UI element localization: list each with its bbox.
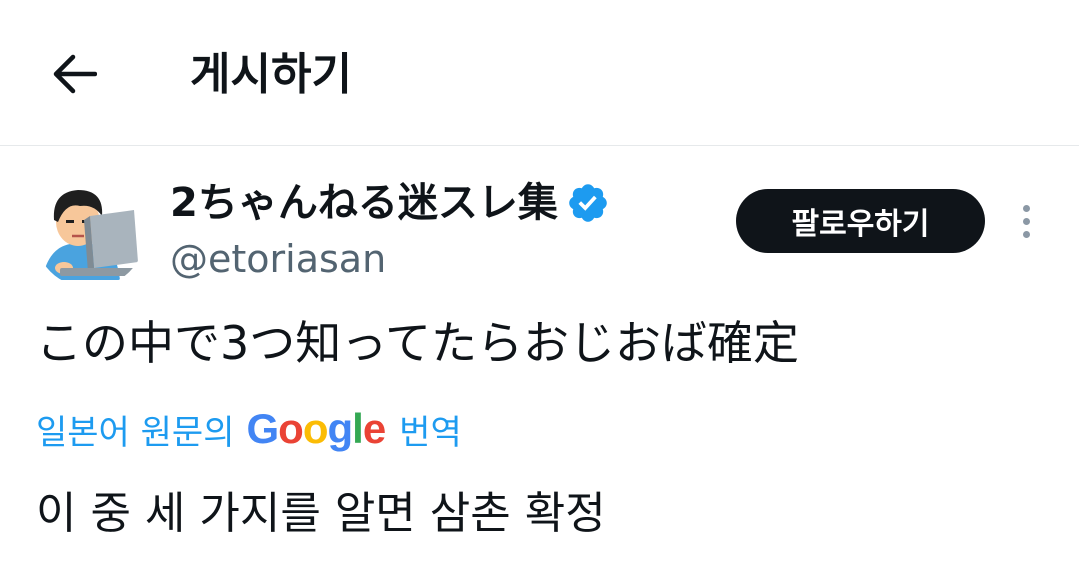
google-letter: o <box>302 405 329 452</box>
google-logo: G o o g l e <box>246 405 387 453</box>
follow-button[interactable]: 팔로우하기 <box>736 189 985 253</box>
more-options-button[interactable] <box>1006 196 1046 246</box>
author-display-name-row[interactable]: 2ちゃんねる迷スレ集 <box>170 178 610 228</box>
tweet-text: この中で3つ知ってたらおじおば確定 <box>36 316 799 370</box>
avatar-illustration <box>34 176 146 288</box>
back-button[interactable] <box>44 44 104 104</box>
author-display-name[interactable]: 2ちゃんねる迷スレ集 <box>170 178 558 228</box>
translate-suffix-label: 번역 <box>399 412 462 453</box>
page-title: 게시하기 <box>190 49 352 100</box>
more-vertical-icon <box>1022 204 1030 212</box>
google-letter: e <box>362 405 386 452</box>
translation-attribution: 일본어 원문의 G o o g l e 번역 <box>36 402 462 456</box>
verified-badge-icon <box>569 184 607 222</box>
google-letter: l <box>352 405 364 452</box>
more-vertical-icon-dot <box>1022 230 1030 238</box>
author-handle[interactable]: @etoriasan <box>170 236 386 282</box>
avatar[interactable] <box>34 176 146 288</box>
translate-source-label[interactable]: 일본어 원문의 <box>36 405 235 454</box>
top-app-bar: 게시하기 <box>0 0 1079 146</box>
google-letter: g <box>327 405 353 452</box>
google-letter: G <box>246 405 280 452</box>
arrow-left-icon <box>53 54 97 94</box>
google-letter: o <box>278 405 304 452</box>
more-vertical-icon-dot <box>1022 217 1030 225</box>
translated-tweet-text: 이 중 세 가지를 알면 삼촌 확정 <box>36 488 606 539</box>
